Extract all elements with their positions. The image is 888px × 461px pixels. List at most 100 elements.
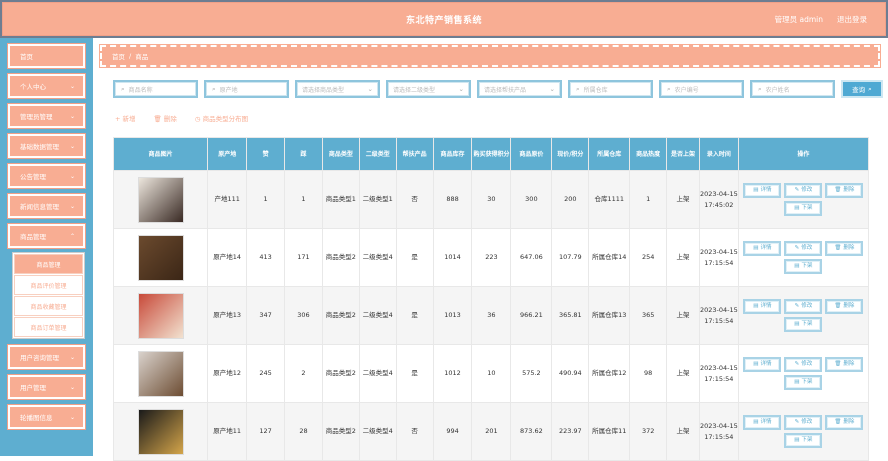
sidebar-item-news[interactable]: 新闻信息管理 ⌄ <box>8 194 85 218</box>
goods-type-select[interactable]: 请选择商品类型 ⌄ <box>295 80 380 98</box>
col-header: 商品原价 <box>510 137 553 171</box>
detail-button[interactable]: ▤ 详情 <box>743 299 782 314</box>
edit-label: 修改 <box>801 419 813 426</box>
trash-icon: 🗑 <box>834 419 842 426</box>
warehouse-placeholder: 所属仓库 <box>583 86 608 94</box>
cell-poverty: 否 <box>395 402 434 461</box>
col-header: 操作 <box>737 137 870 171</box>
chevron-down-icon: ⌄ <box>69 383 75 391</box>
detail-button[interactable]: ▤ 详情 <box>743 241 782 256</box>
detail-button[interactable]: ▤ 详情 <box>743 415 782 430</box>
search-button[interactable]: 查询 ⌕ <box>841 80 883 98</box>
sidebar-item-users[interactable]: 用户管理 ⌄ <box>8 375 85 399</box>
edit-icon: ✎ <box>794 419 800 426</box>
cell-warehouse: 仓库1111 <box>588 170 631 229</box>
logout-button[interactable]: 退出登录 <box>837 14 867 25</box>
user-label[interactable]: 管理员 admin <box>775 14 823 25</box>
edit-button[interactable]: ✎ 修改 <box>784 183 823 198</box>
goods-image-cell <box>112 344 209 403</box>
sidebar-item-home[interactable]: 首页 <box>8 44 85 68</box>
sidebar-item-label: 商品管理 <box>20 233 46 241</box>
off-shelf-button[interactable]: ▤ 下架 <box>784 433 823 448</box>
cell-heat: 98 <box>629 344 668 403</box>
add-button[interactable]: + 新增 <box>115 113 136 123</box>
edit-button[interactable]: ✎ 修改 <box>784 415 823 430</box>
sidebar-item-label: 用户咨询管理 <box>20 354 59 362</box>
edit-button[interactable]: ✎ 修改 <box>784 241 823 256</box>
off-shelf-button[interactable]: ▤ 下架 <box>784 201 823 216</box>
cell-points: 201 <box>471 402 512 461</box>
submenu-goods[interactable]: 商品管理 <box>14 254 83 274</box>
sidebar-item-carousel[interactable]: 轮播图信息 ⌄ <box>8 405 85 429</box>
chevron-down-icon: ⌄ <box>367 85 373 93</box>
breadcrumb-home[interactable]: 首页 <box>112 51 125 61</box>
detail-button[interactable]: ▤ 详情 <box>743 183 782 198</box>
search-icon: ⌕ <box>868 84 872 93</box>
delete-label: 删除 <box>843 245 855 252</box>
search-row: ⌕ 商品名称 ⌕ 原产地 请选择商品类型 ⌄ 请选择二级类型 ⌄ 请选择帮扶产品 ⌄ ⌕ 所… <box>113 80 883 98</box>
detail-label: 详情 <box>760 245 772 252</box>
row-delete-button[interactable]: 🗑 删除 <box>825 299 864 314</box>
sidebar-item-goods[interactable]: 商品管理 ⌃ <box>8 224 85 248</box>
col-header: 赞 <box>246 137 286 171</box>
off-shelf-button[interactable]: ▤ 下架 <box>784 317 823 332</box>
edit-button[interactable]: ✎ 修改 <box>784 299 823 314</box>
chart-button[interactable]: ◷ 商品类型分布图 <box>195 113 248 123</box>
delete-button[interactable]: 🗑 删除 <box>154 113 177 123</box>
goods-thumbnail <box>137 408 184 455</box>
doc-icon: ▤ <box>794 263 800 270</box>
chevron-down-icon: ⌄ <box>458 85 464 93</box>
cell-dislike: 2 <box>284 344 323 403</box>
table-header-row: 商品图片 原产地 赞 踩 商品类型 二级类型 帮扶产品 商品库存 购买获得积分 … <box>112 137 870 171</box>
goods-thumbnail <box>137 176 184 223</box>
main-content: 首页 / 商品 ⌕ 商品名称 ⌕ 原产地 请选择商品类型 ⌄ 请选择二级类型 ⌄ 请选择… <box>93 38 888 461</box>
goods-table: 商品图片 原产地 赞 踩 商品类型 二级类型 帮扶产品 商品库存 购买获得积分 … <box>112 137 870 461</box>
poverty-select[interactable]: 请选择帮扶产品 ⌄ <box>477 80 562 98</box>
submenu-orders[interactable]: 商品订单管理 <box>14 317 83 337</box>
cell-origin: 产地111 <box>207 170 248 229</box>
farmer-no-input[interactable]: ⌕ 农户编号 <box>659 80 744 98</box>
sidebar-item-notice[interactable]: 公告管理 ⌄ <box>8 164 85 188</box>
goods-image-cell <box>112 228 209 287</box>
row-delete-button[interactable]: 🗑 删除 <box>825 241 864 256</box>
warehouse-input[interactable]: ⌕ 所属仓库 <box>568 80 653 98</box>
chart-label: 商品类型分布图 <box>202 115 249 123</box>
col-header: 踩 <box>284 137 323 171</box>
detail-button[interactable]: ▤ 详情 <box>743 357 782 372</box>
header-right: 管理员 admin 退出登录 <box>775 3 867 35</box>
cell-dislike: 306 <box>284 286 323 345</box>
submenu-favorites[interactable]: 商品收藏管理 <box>14 296 83 316</box>
row-delete-button[interactable]: 🗑 删除 <box>825 415 864 430</box>
origin-input[interactable]: ⌕ 原产地 <box>204 80 289 98</box>
search-icon: ⌕ <box>576 84 580 93</box>
trash-icon: 🗑 <box>834 303 842 310</box>
cell-points: 30 <box>471 170 512 229</box>
goods-image-cell <box>112 170 209 229</box>
sidebar-item-basic-data[interactable]: 基础数据管理 ⌄ <box>8 134 85 158</box>
goods-name-input[interactable]: ⌕ 商品名称 <box>113 80 198 98</box>
off-shelf-button[interactable]: ▤ 下架 <box>784 259 823 274</box>
off-shelf-button[interactable]: ▤ 下架 <box>784 375 823 390</box>
sidebar-item-admin[interactable]: 管理员管理 ⌄ <box>8 104 85 128</box>
edit-button[interactable]: ✎ 修改 <box>784 357 823 372</box>
goods-type2-select[interactable]: 请选择二级类型 ⌄ <box>386 80 471 98</box>
cell-poverty: 是 <box>395 286 434 345</box>
sidebar-item-label: 管理员管理 <box>20 113 53 121</box>
row-delete-button[interactable]: 🗑 删除 <box>825 357 864 372</box>
sidebar-item-profile[interactable]: 个人中心 ⌄ <box>8 74 85 98</box>
toolbar: + 新增 🗑 删除 ◷ 商品类型分布图 <box>115 113 248 123</box>
breadcrumb-current: 商品 <box>135 53 149 61</box>
cell-onsale: 上架 <box>666 344 700 403</box>
cell-time: 2023-04-15 17:15:54 <box>698 228 739 287</box>
farmer-no-placeholder: 农户编号 <box>674 86 699 94</box>
submenu-reviews[interactable]: 商品评价管理 <box>14 275 83 295</box>
row-delete-button[interactable]: 🗑 删除 <box>825 183 864 198</box>
search-icon: ⌕ <box>667 84 671 93</box>
sidebar-item-consult[interactable]: 用户咨询管理 ⌄ <box>8 345 85 369</box>
edit-icon: ✎ <box>794 245 800 252</box>
cell-heat: 1 <box>629 170 668 229</box>
col-header: 录入时间 <box>698 137 739 171</box>
sidebar-item-label: 轮播图信息 <box>20 414 53 422</box>
farmer-name-input[interactable]: ⌕ 农户姓名 <box>750 80 835 98</box>
poverty-placeholder: 请选择帮扶产品 <box>484 86 527 94</box>
